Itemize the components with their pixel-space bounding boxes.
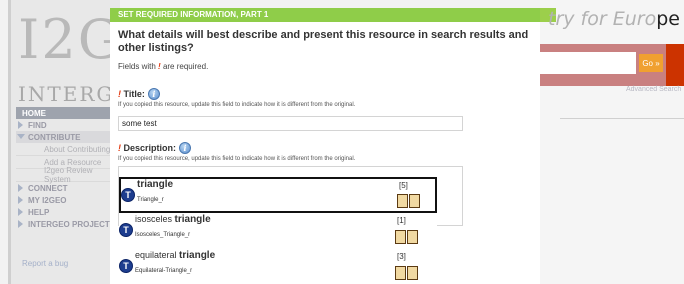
suggestion-name: isosceles triangle (135, 214, 211, 225)
nav-subitem-review-system[interactable]: I2geo Review System (16, 166, 116, 184)
suggestion-prefix: isosceles (135, 214, 175, 224)
description-hint: If you copied this resource, update this… (118, 156, 356, 162)
nav-item-intergeo-project[interactable]: INTERGEO PROJECT (16, 218, 116, 230)
suggestion-id: Equilateral-Triangle_r (135, 268, 193, 274)
nav-subitem-about-contributing[interactable]: About Contributing (16, 143, 116, 156)
book-icon[interactable] (395, 229, 419, 245)
tagline-faded: try for Euro (548, 8, 657, 30)
chevron-down-icon (17, 134, 25, 139)
required-mark: ! (118, 143, 121, 153)
nav-item-label: CONTRIBUTE (28, 132, 81, 142)
required-note: Fields with ! are required. (118, 62, 208, 71)
suggestion-name: triangle (137, 179, 173, 190)
suggestion-keyword: triangle (174, 214, 211, 225)
search-bar-accent (666, 44, 684, 86)
site-tagline: try for Europe (548, 8, 680, 30)
main-nav: HOME FIND CONTRIBUTE About Contributing … (16, 107, 116, 230)
chevron-right-icon (18, 121, 23, 129)
suggestion-name: equilateral triangle (135, 250, 215, 261)
nav-item-label: HELP (28, 207, 50, 217)
report-bug-link[interactable]: Report a bug (22, 259, 68, 268)
topic-icon: T (121, 188, 135, 202)
site-search-input[interactable] (540, 52, 636, 74)
nav-item-my-i2geo[interactable]: MY I2GEO (16, 194, 116, 206)
chevron-right-icon (18, 208, 23, 216)
nav-item-label: FIND (28, 120, 47, 130)
nav-item-label: MY I2GEO (28, 195, 67, 205)
description-label: ! Description: i (118, 142, 192, 154)
suggestion-count: [5] (399, 181, 408, 190)
info-icon[interactable]: i (179, 142, 192, 154)
advanced-search-link[interactable]: Advanced Search (626, 86, 681, 93)
title-label-text: Title: (123, 89, 145, 99)
chevron-right-icon (18, 220, 23, 228)
nav-item-help[interactable]: HELP (16, 206, 116, 218)
site-search-bar: Go » (540, 44, 684, 86)
nav-item-find[interactable]: FIND (16, 119, 116, 131)
nav-item-label: CONNECT (28, 183, 68, 193)
suggestion-item[interactable]: T equilateral triangle Equilateral-Trian… (119, 249, 437, 284)
tagline-dark: pe (656, 8, 680, 30)
topic-icon: T (119, 223, 133, 237)
required-mark: ! (158, 62, 161, 71)
nav-item-label: INTERGEO PROJECT (28, 219, 110, 229)
required-note-prefix: Fields with (118, 62, 156, 71)
dialog-header: SET REQUIRED INFORMATION, PART 1 (110, 8, 540, 22)
search-go-button[interactable]: Go » (639, 54, 663, 72)
site-logo[interactable]: I2G (18, 8, 123, 71)
book-icon[interactable] (395, 265, 419, 281)
suggestion-count: [1] (397, 216, 406, 225)
topic-icon: T (119, 259, 133, 273)
required-note-suffix: are required. (162, 62, 209, 71)
nav-item-contribute[interactable]: CONTRIBUTE (16, 131, 116, 143)
title-label: ! Title: i (118, 88, 160, 100)
description-label-text: Description: (123, 143, 177, 153)
suggestion-id: Isosceles_Triangle_r (135, 232, 191, 238)
chevron-right-icon (18, 184, 23, 192)
chevron-right-icon (18, 196, 23, 204)
dialog-question: What details will best describe and pres… (118, 29, 529, 54)
title-input[interactable]: some test (118, 116, 463, 131)
nav-item-connect[interactable]: CONNECT (16, 182, 116, 194)
title-hint: If you copied this resource, update this… (118, 102, 356, 108)
nav-item-home[interactable]: HOME (16, 107, 116, 119)
required-mark: ! (118, 89, 121, 99)
suggestion-prefix: equilateral (135, 250, 180, 260)
book-icon[interactable] (397, 193, 421, 209)
divider (560, 118, 684, 119)
suggestion-item[interactable]: T isosceles triangle Isosceles_Triangle_… (119, 213, 437, 249)
suggestion-id: Triangle_r (137, 197, 164, 203)
suggestion-keyword: triangle (179, 250, 216, 261)
info-icon[interactable]: i (147, 88, 160, 100)
suggestion-keyword: triangle (137, 179, 174, 190)
site-header-right (540, 0, 684, 284)
suggestion-count: [3] (397, 252, 406, 261)
suggestion-item[interactable]: T triangle Triangle_r [5] (119, 177, 437, 213)
page: I2G INTERGEO HOME FIND CONTRIBUTE About … (0, 0, 684, 284)
